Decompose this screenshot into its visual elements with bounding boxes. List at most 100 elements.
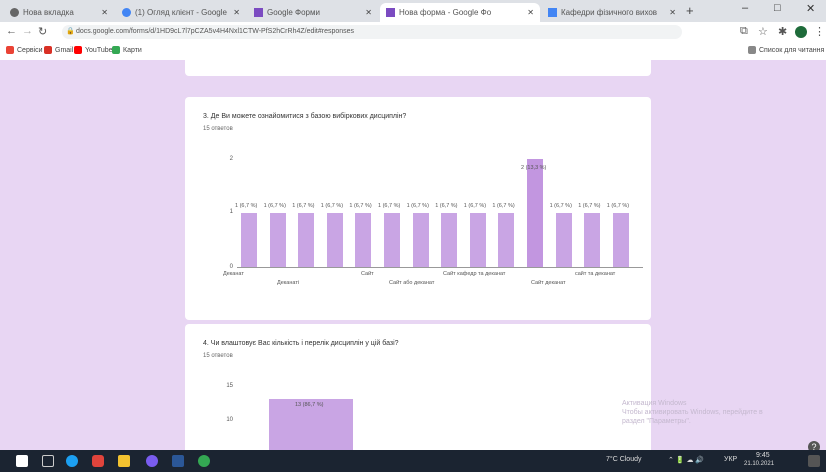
star-icon[interactable]: ☆ xyxy=(758,25,768,38)
browser-toolbar: ← → ↻ 🔒 docs.google.com/forms/d/1HD9cL7l… xyxy=(0,22,826,42)
x-label: Деканаті xyxy=(277,280,300,286)
tray-icons[interactable]: ⌃ 🔋 ☁ 🔊 xyxy=(668,456,704,464)
bookmark-youtube[interactable]: YouTube xyxy=(74,46,113,54)
bar xyxy=(384,213,400,267)
translate-icon[interactable]: ⧉ xyxy=(740,25,748,38)
gmail-icon xyxy=(44,46,52,54)
y-tick: 0 xyxy=(229,264,233,270)
profile-avatar[interactable] xyxy=(795,26,807,38)
forms-responses-page: 3. Де Ви можете ознайомитися з базою виб… xyxy=(0,60,826,450)
forward-icon[interactable]: → xyxy=(22,25,33,37)
bookmark-label: Gmail xyxy=(55,46,74,54)
tab-label: Нова форма - Google Фо xyxy=(399,8,492,17)
google-icon xyxy=(122,8,131,17)
response-count: 15 ответов xyxy=(203,126,233,132)
y-tick: 1 xyxy=(229,209,233,215)
edge-icon[interactable] xyxy=(66,455,78,467)
file-explorer-icon[interactable] xyxy=(118,455,130,467)
opera-icon[interactable] xyxy=(92,455,104,467)
app-icon[interactable] xyxy=(146,455,158,467)
windows-activation-watermark: Активация Windows Чтобы активировать Win… xyxy=(622,399,763,426)
x-label: Сайт xyxy=(361,271,374,277)
reading-list-icon xyxy=(748,46,756,54)
tab-google-forms[interactable]: Google Форми ✕ xyxy=(248,3,378,22)
bar-value-label: 2 (13,3 %) xyxy=(521,165,547,171)
word-icon[interactable] xyxy=(172,455,184,467)
windows-taskbar: 7°C Cloudy ⌃ 🔋 ☁ 🔊 УКР 9:45 21.10.2021 xyxy=(0,450,826,472)
maximize-button[interactable]: □ xyxy=(774,2,781,14)
close-tab-icon[interactable]: ✕ xyxy=(233,8,240,17)
bar-value-label: 1 (6,7 %) xyxy=(606,203,630,209)
bar-value-label: 1 (6,7 %) xyxy=(320,203,344,209)
bar-value-label: 1 (6,7 %) xyxy=(292,203,315,209)
bar-value-label: 1 (6,7 %) xyxy=(406,203,429,209)
tab-label: Google Форми xyxy=(267,8,320,17)
bar xyxy=(584,213,601,267)
watermark-line: Активация Windows xyxy=(622,400,687,407)
forms-icon xyxy=(254,8,263,17)
windows-start-icon[interactable] xyxy=(16,455,28,467)
url-text: docs.google.com/forms/d/1HD9cL7l7pCZA5v4… xyxy=(76,28,355,35)
apps-icon xyxy=(6,46,14,54)
bar xyxy=(441,213,458,267)
tab-new-form[interactable]: Нова форма - Google Фо ✕ xyxy=(380,3,540,22)
tab-label: Кафедри фізичного вихов xyxy=(561,8,658,17)
x-label: Сайт деканат xyxy=(531,280,566,286)
youtube-icon xyxy=(74,46,82,54)
x-label: Сайт кафедр та деканат xyxy=(443,271,506,277)
x-label: Деканат xyxy=(223,271,244,277)
bookmark-maps[interactable]: Карти xyxy=(112,46,142,54)
question-title: 4. Чи влаштовує Вас кількість і перелік … xyxy=(203,340,399,347)
close-tab-icon[interactable]: ✕ xyxy=(101,8,108,17)
back-icon[interactable]: ← xyxy=(6,25,17,37)
bar xyxy=(326,213,343,267)
bar xyxy=(469,213,486,267)
bar xyxy=(527,159,543,267)
lock-icon: 🔒 xyxy=(66,28,75,35)
tab-department[interactable]: Кафедри фізичного вихов ✕ xyxy=(542,3,682,22)
minimize-button[interactable]: – xyxy=(742,2,748,14)
tab-bar: Нова вкладка ✕ (1) Огляд клієнт - Google… xyxy=(0,0,826,22)
bar xyxy=(612,213,629,267)
watermark-line: Чтобы активировать Windows, перейдите в xyxy=(622,409,763,416)
address-bar[interactable]: 🔒 docs.google.com/forms/d/1HD9cL7l7pCZA5… xyxy=(62,25,682,39)
tab-overview[interactable]: (1) Огляд клієнт - Google ✕ xyxy=(116,3,246,22)
new-tab-button[interactable]: + xyxy=(686,3,694,18)
x-label: Сайт або деканат xyxy=(389,280,435,286)
reload-icon[interactable]: ↻ xyxy=(38,25,47,38)
notification-icon[interactable] xyxy=(808,455,820,467)
close-tab-icon[interactable]: ✕ xyxy=(527,8,534,17)
watermark-line: раздел "Параметры". xyxy=(622,418,691,425)
maps-icon xyxy=(112,46,120,54)
close-tab-icon[interactable]: ✕ xyxy=(669,8,676,17)
close-tab-icon[interactable]: ✕ xyxy=(365,8,372,17)
bar xyxy=(412,213,429,267)
bookmark-services[interactable]: Сервіси xyxy=(6,46,43,54)
bar-value-label: 1 (6,7 %) xyxy=(463,203,487,209)
chrome-icon xyxy=(10,8,19,17)
task-view-icon[interactable] xyxy=(42,455,54,467)
clock-date[interactable]: 21.10.2021 xyxy=(744,461,774,467)
bar-value-label: 1 (6,7 %) xyxy=(378,203,401,209)
forms-icon xyxy=(386,8,395,17)
chrome-taskbar-icon[interactable] xyxy=(198,455,210,467)
bar-value-label: 13 (86,7 %) xyxy=(295,402,324,409)
bar-value-label: 1 (6,7 %) xyxy=(549,203,572,209)
bar xyxy=(298,213,315,267)
close-window-button[interactable]: ✕ xyxy=(806,2,815,15)
weather-widget[interactable]: 7°C Cloudy xyxy=(606,456,641,463)
tab-label: (1) Огляд клієнт - Google xyxy=(135,8,227,17)
extensions-icon[interactable]: ✱ xyxy=(778,25,787,38)
bookmark-gmail[interactable]: Gmail xyxy=(44,46,73,54)
clock-time[interactable]: 9:45 xyxy=(756,452,770,459)
bookmark-label: Карти xyxy=(123,46,142,54)
bookmarks-bar: Сервіси Gmail YouTube Карти Список для ч… xyxy=(0,42,826,61)
language-indicator[interactable]: УКР xyxy=(724,456,737,463)
bar xyxy=(269,213,286,267)
reading-list-label: Список для читання xyxy=(759,46,825,54)
bar-value-label: 1 (6,7 %) xyxy=(235,203,258,209)
bar xyxy=(355,213,372,267)
reading-list[interactable]: Список для читання xyxy=(748,46,824,54)
tab-new[interactable]: Нова вкладка ✕ xyxy=(4,3,114,22)
menu-icon[interactable]: ⋮ xyxy=(814,25,825,38)
